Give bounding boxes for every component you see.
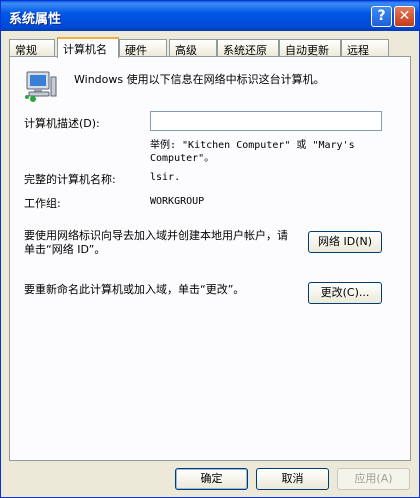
example-text: 举例: "Kitchen Computer" 或 "Mary's Compute… (150, 140, 355, 164)
computer-icon (25, 71, 57, 102)
computer-description-label: 计算机描述(D): (24, 117, 100, 130)
help-button[interactable]: ? (371, 6, 392, 27)
tab-computer-name[interactable]: 计算机名 (57, 37, 119, 58)
tab-general[interactable]: 常规 (9, 39, 55, 57)
computer-description-input[interactable] (150, 111, 382, 131)
tab-auto-update[interactable]: 自动更新 (279, 39, 341, 57)
full-name-value: lsir. (150, 172, 181, 183)
full-name-label: 完整的计算机名称: (24, 173, 116, 186)
apply-button: 应用(A) (337, 468, 410, 490)
tab-system-restore[interactable]: 系统还原 (217, 39, 279, 57)
rename-instructions: 要重新命名此计算机或加入域，单击“更改”。 (24, 283, 245, 296)
tab-advanced[interactable]: 高级 (169, 39, 217, 57)
title-bar[interactable]: 系统属性 ? ✕ (1, 1, 419, 31)
system-properties-window: 系统属性 ? ✕ 常规 计算机名 硬件 高级 系统还原 自动更新 远程 Wind… (0, 0, 420, 498)
workgroup-value: WORKGROUP (150, 196, 205, 207)
network-id-button[interactable]: 网络 ID(N) (308, 231, 382, 253)
tab-remote[interactable]: 远程 (341, 39, 389, 57)
close-button[interactable]: ✕ (394, 6, 415, 27)
intro-text: Windows 使用以下信息在网络中标识这台计算机。 (74, 73, 325, 86)
network-id-instructions: 要使用网络标识向导去加入域并创建本地用户帐户，请单击“网络 ID”。 (24, 229, 288, 256)
change-button[interactable]: 更改(C)... (308, 282, 382, 304)
ok-button[interactable]: 确定 (175, 468, 248, 490)
workgroup-label: 工作组: (24, 197, 61, 210)
computer-name-panel: Windows 使用以下信息在网络中标识这台计算机。 计算机描述(D): 举例:… (9, 56, 411, 461)
cancel-button[interactable]: 取消 (256, 468, 329, 490)
tab-hardware[interactable]: 硬件 (119, 39, 167, 57)
window-title: 系统属性 (9, 12, 62, 27)
